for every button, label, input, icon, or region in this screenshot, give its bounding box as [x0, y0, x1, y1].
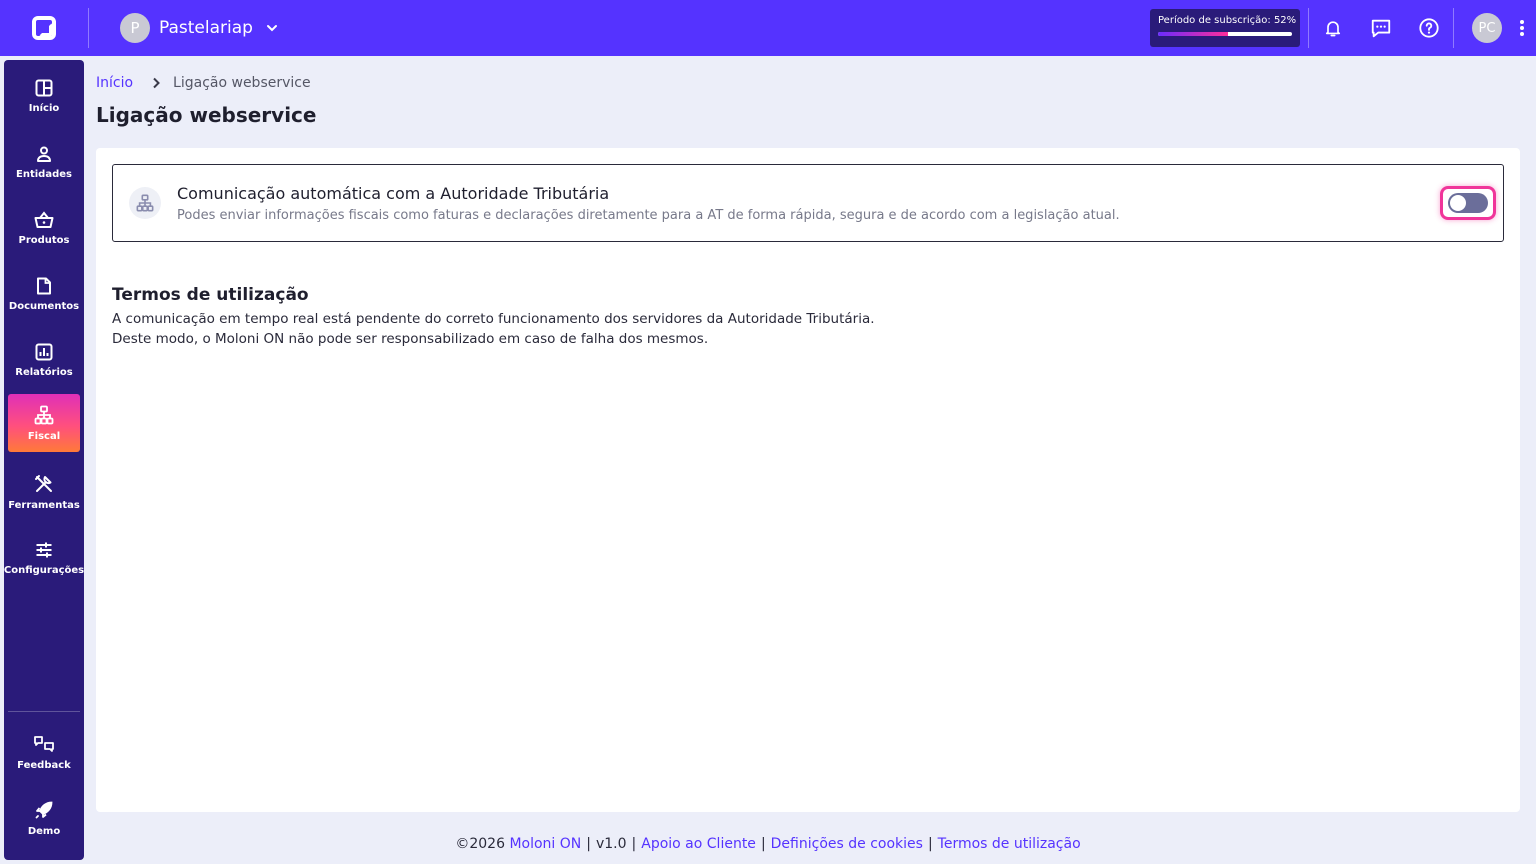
- footer: ©2026 Moloni ON | v1.0 | Apoio ao Cliente | De…: [455, 836, 1081, 852]
- footer-cookies-link[interactable]: Definições de cookies: [771, 836, 923, 852]
- sidebar-item-produtos[interactable]: Produtos: [8, 199, 80, 257]
- subscription-label: Período de subscrição: 52%: [1158, 15, 1297, 26]
- breadcrumb-current: Ligação webservice: [173, 75, 311, 91]
- kebab-menu-icon: [1520, 20, 1524, 36]
- company-avatar: P: [120, 13, 150, 43]
- toggle-track: [1448, 193, 1488, 213]
- company-name: Pastelariap: [159, 18, 253, 38]
- breadcrumb: Início Ligação webservice: [96, 75, 311, 91]
- fiscal-network-icon: [34, 405, 54, 424]
- sidebar-item-inicio[interactable]: Início: [8, 67, 80, 125]
- content-card: Comunicação automática com a Autoridade …: [96, 148, 1520, 812]
- dashboard-icon: [35, 79, 53, 96]
- divider: [1453, 8, 1454, 48]
- messages-button[interactable]: [1357, 0, 1405, 56]
- breadcrumb-home-link[interactable]: Início: [96, 75, 133, 91]
- more-options-button[interactable]: [1508, 0, 1536, 56]
- company-selector[interactable]: P Pastelariap: [120, 13, 279, 43]
- chevron-down-icon: [266, 25, 277, 32]
- sidebar-item-label: Documentos: [8, 300, 80, 312]
- footer-support-link[interactable]: Apoio ao Cliente: [641, 836, 756, 852]
- footer-copyright: ©2026: [455, 836, 505, 852]
- sidebar-item-label: Ferramentas: [8, 499, 80, 511]
- footer-terms-link[interactable]: Termos de utilização: [938, 836, 1081, 852]
- sidebar-item-ferramentas[interactable]: Ferramentas: [8, 463, 80, 521]
- sliders-icon: [36, 542, 52, 557]
- webservice-description: Podes enviar informações fiscais como fa…: [177, 208, 1120, 223]
- sidebar-item-label: Fiscal: [27, 430, 61, 442]
- chart-icon: [35, 343, 53, 360]
- sidebar-item-label: Configurações: [3, 564, 85, 576]
- sidebar: Início Entidades Produtos Documentos Rel…: [4, 60, 84, 860]
- subscription-progress-fill: [1158, 32, 1228, 36]
- notifications-button[interactable]: [1309, 0, 1357, 56]
- toggle-knob: [1450, 195, 1466, 211]
- sidebar-item-label: Demo: [27, 825, 61, 837]
- fiscal-network-icon: [129, 187, 161, 219]
- sidebar-item-label: Entidades: [16, 168, 72, 180]
- sidebar-item-label: Feedback: [17, 759, 71, 771]
- basket-icon: [34, 210, 54, 228]
- webservice-title: Comunicação automática com a Autoridade …: [177, 184, 610, 203]
- document-icon: [37, 277, 51, 294]
- moloni-logo[interactable]: [0, 0, 88, 56]
- terms-title: Termos de utilização: [112, 285, 309, 305]
- user-icon: [37, 146, 51, 162]
- bell-icon: [1325, 21, 1341, 37]
- sidebar-item-label: Início: [28, 102, 60, 114]
- footer-brand-link[interactable]: Moloni ON: [509, 836, 581, 852]
- webservice-toggle[interactable]: [1440, 186, 1496, 220]
- user-avatar[interactable]: PC: [1472, 13, 1502, 43]
- chat-icon: [1371, 19, 1391, 38]
- sidebar-item-label: Relatórios: [15, 366, 73, 378]
- top-bar: P Pastelariap Período de subscrição: 52%…: [0, 0, 1536, 56]
- subscription-period[interactable]: Período de subscrição: 52%: [1150, 9, 1300, 47]
- webservice-setting: Comunicação automática com a Autoridade …: [112, 164, 1504, 242]
- tools-icon: [35, 474, 52, 492]
- sidebar-item-entidades[interactable]: Entidades: [8, 133, 80, 191]
- divider: [88, 8, 89, 48]
- subscription-progress-bar: [1158, 32, 1292, 36]
- chevron-right-icon: [153, 77, 160, 89]
- terms-text-line-1: A comunicação em tempo real está pendent…: [112, 311, 875, 327]
- rocket-icon: [35, 801, 53, 818]
- sidebar-item-fiscal[interactable]: Fiscal: [8, 394, 80, 452]
- sidebar-divider: [8, 711, 80, 712]
- footer-version: v1.0: [595, 836, 627, 852]
- page-title: Ligação webservice: [96, 103, 317, 127]
- sidebar-item-configuracoes[interactable]: Configurações: [4, 529, 84, 587]
- sidebar-item-relatorios[interactable]: Relatórios: [8, 331, 80, 389]
- help-button[interactable]: [1405, 0, 1453, 56]
- terms-text-line-2: Deste modo, o Moloni ON não pode ser res…: [112, 331, 709, 347]
- feedback-icon: [34, 735, 54, 752]
- sidebar-item-documentos[interactable]: Documentos: [8, 265, 80, 323]
- help-icon: [1419, 18, 1439, 38]
- sidebar-item-feedback[interactable]: Feedback: [8, 723, 80, 781]
- sidebar-item-label: Produtos: [18, 234, 70, 246]
